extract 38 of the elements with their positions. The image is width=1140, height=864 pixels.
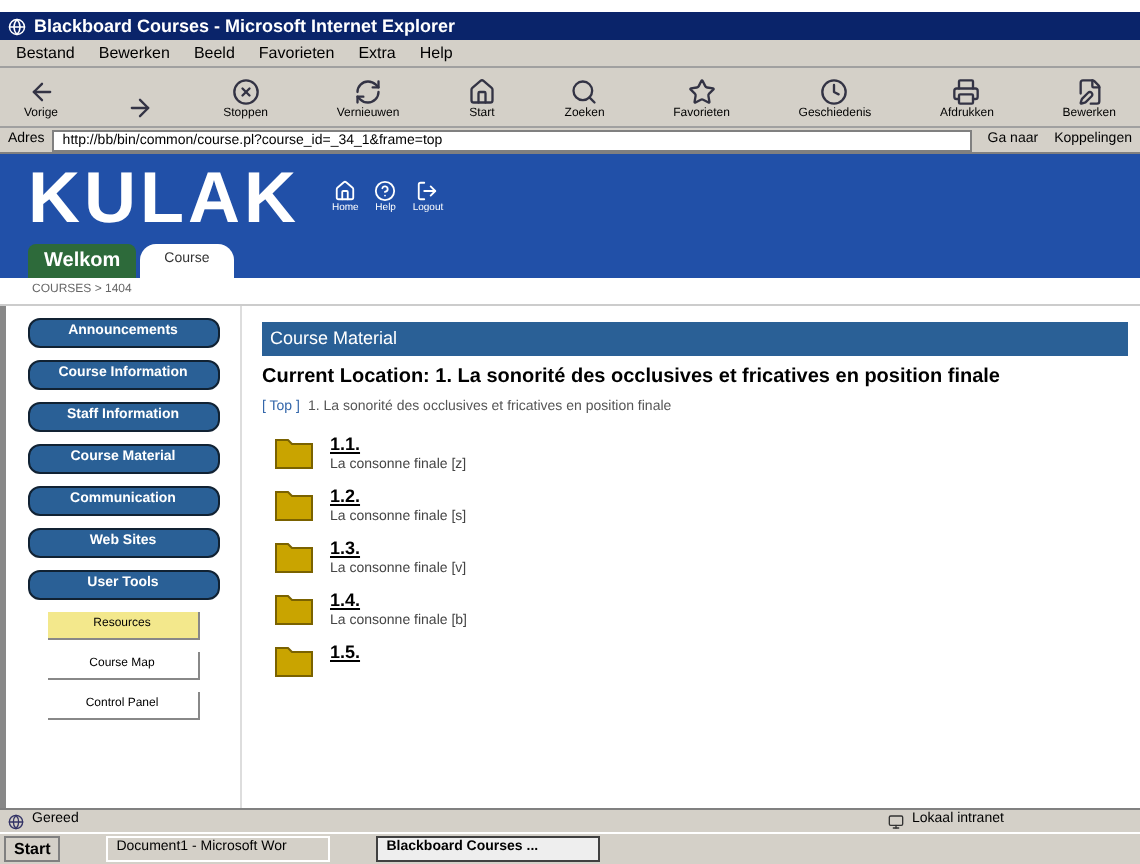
page-icon <box>8 813 24 829</box>
browser-icon <box>8 17 26 35</box>
folder-icon <box>274 485 314 521</box>
current-location: Current Location: 1. La sonorité des occlusives et fricatives en position finale <box>262 364 1002 392</box>
folder-link[interactable]: 1.1. <box>330 433 467 455</box>
start-button[interactable]: Start <box>4 836 61 862</box>
menu-item[interactable]: Bewerken <box>98 45 170 61</box>
back-icon <box>27 78 55 106</box>
menu-item[interactable]: Beeld <box>193 45 235 61</box>
menu-item[interactable]: Bestand <box>16 45 75 61</box>
star-icon <box>687 78 716 106</box>
clock-icon <box>820 78 849 106</box>
help-icon <box>374 180 397 202</box>
menu-item[interactable]: Extra <box>358 45 396 61</box>
logout-icon <box>416 180 439 202</box>
forward-icon <box>126 94 155 122</box>
folder-icon <box>274 537 314 573</box>
folder-link[interactable]: 1.2. <box>330 485 467 507</box>
folder-link[interactable]: 1.3. <box>330 537 467 559</box>
home-icon <box>334 180 357 202</box>
search-icon <box>570 78 599 106</box>
folder-link[interactable]: 1.4. <box>330 589 467 611</box>
section-header: Course Material <box>262 322 1128 356</box>
refresh-icon <box>353 78 382 106</box>
logo: KULAK <box>28 164 300 232</box>
edit-icon <box>1075 78 1104 106</box>
tab[interactable]: Welkom <box>28 244 137 278</box>
folder-icon <box>274 433 314 469</box>
folder-icon <box>274 589 314 625</box>
folder-link[interactable]: 1.5. <box>330 641 361 663</box>
folder-icon <box>274 641 314 677</box>
stop-icon <box>231 78 260 106</box>
printer-icon <box>952 78 981 106</box>
home-icon <box>467 78 496 106</box>
menu-item[interactable]: Favorieten <box>258 45 335 61</box>
zone-icon <box>888 813 904 829</box>
window-title: Blackboard Courses - Microsoft Internet Explorer <box>34 17 456 35</box>
menu-item[interactable]: Help <box>419 45 453 61</box>
